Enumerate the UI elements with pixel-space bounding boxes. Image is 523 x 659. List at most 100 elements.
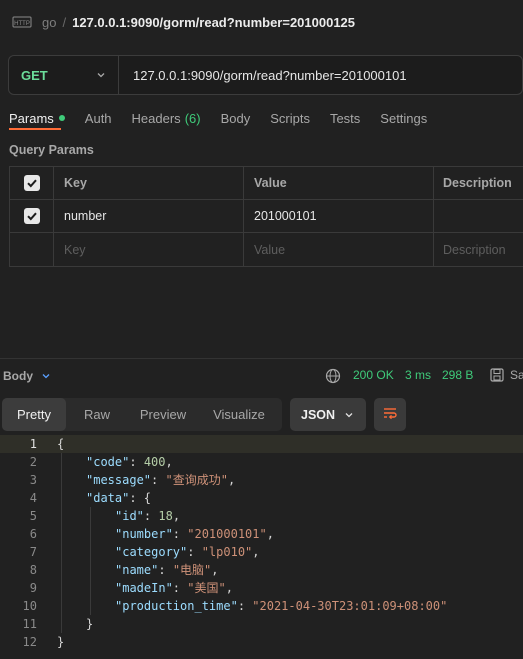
format-select[interactable]: JSON bbox=[290, 398, 366, 431]
tab-settings[interactable]: Settings bbox=[380, 111, 427, 126]
json-punctuation: , bbox=[165, 455, 173, 469]
code-content: "name": "电脑", bbox=[115, 561, 219, 579]
line-number: 11 bbox=[22, 617, 37, 631]
json-string: "美国" bbox=[187, 581, 226, 595]
query-params-heading: Query Params bbox=[9, 143, 94, 157]
table-row: number 201000101 bbox=[10, 200, 523, 233]
line-number: 5 bbox=[29, 509, 37, 523]
json-punctuation: : bbox=[129, 455, 144, 469]
save-response-label[interactable]: Sa bbox=[510, 368, 523, 382]
json-string: "201000101" bbox=[187, 527, 267, 541]
line-number: 7 bbox=[29, 545, 37, 559]
tab-label: Scripts bbox=[270, 110, 310, 126]
json-key: "id" bbox=[115, 509, 144, 523]
row-checkbox-cell bbox=[10, 200, 54, 232]
json-punctuation: { bbox=[57, 437, 65, 451]
globe-icon[interactable] bbox=[325, 368, 341, 384]
json-punctuation: : bbox=[237, 599, 253, 613]
new-description-field[interactable]: Description bbox=[434, 233, 523, 266]
code-line: 12} bbox=[0, 633, 523, 651]
code-content: } bbox=[86, 615, 93, 633]
svg-text:HTTP: HTTP bbox=[14, 21, 30, 27]
tab-label: Settings bbox=[380, 110, 428, 126]
json-punctuation: : { bbox=[129, 491, 152, 505]
breadcrumb-collection[interactable]: go bbox=[42, 15, 56, 30]
code-content: "id": 18, bbox=[115, 507, 180, 525]
json-key: "data" bbox=[86, 491, 130, 505]
json-punctuation: , bbox=[266, 527, 274, 541]
json-key: "category" bbox=[115, 545, 188, 559]
code-content: "madeIn": "美国", bbox=[115, 579, 233, 597]
json-key: "message" bbox=[86, 473, 152, 487]
view-visualize-button[interactable]: Visualize bbox=[198, 398, 280, 431]
param-value-field[interactable]: 201000101 bbox=[244, 200, 434, 232]
json-punctuation: , bbox=[172, 509, 181, 523]
status-code[interactable]: 200 OK bbox=[353, 368, 394, 382]
select-all-checkbox[interactable] bbox=[23, 175, 40, 191]
column-header-value: Value bbox=[244, 167, 434, 199]
tab-scripts[interactable]: Scripts bbox=[270, 111, 310, 126]
tab-body[interactable]: Body bbox=[221, 111, 251, 126]
method-select[interactable]: GET bbox=[9, 56, 119, 94]
column-header-description: Description bbox=[443, 176, 512, 190]
tab-label: Tests bbox=[329, 110, 361, 126]
method-label: GET bbox=[21, 67, 48, 83]
line-number: 2 bbox=[29, 455, 37, 469]
new-value-field[interactable]: Value bbox=[244, 233, 434, 266]
format-label: JSON bbox=[301, 407, 336, 422]
response-time[interactable]: 3 ms bbox=[405, 368, 431, 382]
line-number: 6 bbox=[29, 527, 37, 541]
json-key: "code" bbox=[86, 455, 130, 469]
param-description-field[interactable] bbox=[434, 200, 523, 232]
tab-tests[interactable]: Tests bbox=[330, 111, 360, 126]
tab-auth[interactable]: Auth bbox=[85, 111, 112, 126]
url-input[interactable] bbox=[119, 67, 522, 83]
param-key-field[interactable]: number bbox=[54, 200, 244, 232]
json-punctuation: , bbox=[252, 545, 260, 559]
line-number: 3 bbox=[29, 473, 37, 487]
json-number: 400 bbox=[143, 455, 166, 469]
wrap-lines-button[interactable] bbox=[374, 398, 406, 431]
json-number: 18 bbox=[158, 509, 173, 523]
response-body-code[interactable]: 1{2 "code": 400, 3 "message": "查询成功", 4 "data… bbox=[0, 435, 523, 659]
response-body-label[interactable]: Body bbox=[3, 369, 33, 383]
line-number: 4 bbox=[29, 491, 37, 505]
tab-label: Params bbox=[9, 110, 54, 126]
code-line: 6 "number": "201000101", bbox=[0, 525, 523, 543]
line-number: 12 bbox=[22, 635, 37, 649]
json-punctuation: } bbox=[57, 635, 65, 649]
url-bar: GET bbox=[8, 55, 523, 95]
tab-headers[interactable]: Headers (6) bbox=[132, 111, 201, 126]
code-content: "number": "201000101", bbox=[115, 525, 274, 543]
json-punctuation: : bbox=[158, 563, 173, 577]
new-key-field[interactable]: Key bbox=[54, 233, 244, 266]
view-raw-button[interactable]: Raw bbox=[66, 398, 128, 431]
view-preview-button[interactable]: Preview bbox=[128, 398, 198, 431]
json-punctuation: : bbox=[172, 527, 188, 541]
view-pretty-button[interactable]: Pretty bbox=[2, 398, 66, 431]
response-header: Body 200 OK 3 ms 298 B Sa bbox=[0, 362, 523, 390]
response-divider bbox=[0, 358, 523, 359]
tab-label: Body bbox=[220, 110, 251, 126]
tab-label: Headers bbox=[131, 110, 181, 126]
request-tabs: Params Auth Headers (6) Body Scripts Tes… bbox=[9, 108, 447, 128]
json-punctuation: , bbox=[227, 473, 236, 487]
save-response-icon[interactable] bbox=[489, 367, 505, 383]
params-active-dot bbox=[58, 115, 65, 121]
empty-checkbox-cell bbox=[10, 233, 54, 266]
code-content: "code": 400, bbox=[86, 453, 173, 471]
chevron-down-icon[interactable] bbox=[41, 371, 51, 381]
code-line: 7 "category": "lp010", bbox=[0, 543, 523, 561]
json-string: "2021-04-30T23:01:09+08:00" bbox=[252, 599, 448, 613]
request-title[interactable]: 127.0.0.1:9090/gorm/read?number=20100012… bbox=[72, 15, 355, 30]
code-content: "production_time": "2021-04-30T23:01:09+… bbox=[115, 597, 447, 615]
tab-params[interactable]: Params bbox=[9, 111, 65, 126]
json-key: "production_time" bbox=[115, 599, 238, 613]
json-punctuation: : bbox=[151, 473, 166, 487]
json-punctuation: , bbox=[225, 581, 233, 595]
code-line: 4 "data": { bbox=[0, 489, 523, 507]
response-size[interactable]: 298 B bbox=[442, 368, 473, 382]
query-params-table: Key Value Description number 201000101 K… bbox=[9, 166, 523, 267]
code-content: "data": { bbox=[86, 489, 151, 507]
param-enabled-checkbox[interactable] bbox=[23, 208, 40, 224]
